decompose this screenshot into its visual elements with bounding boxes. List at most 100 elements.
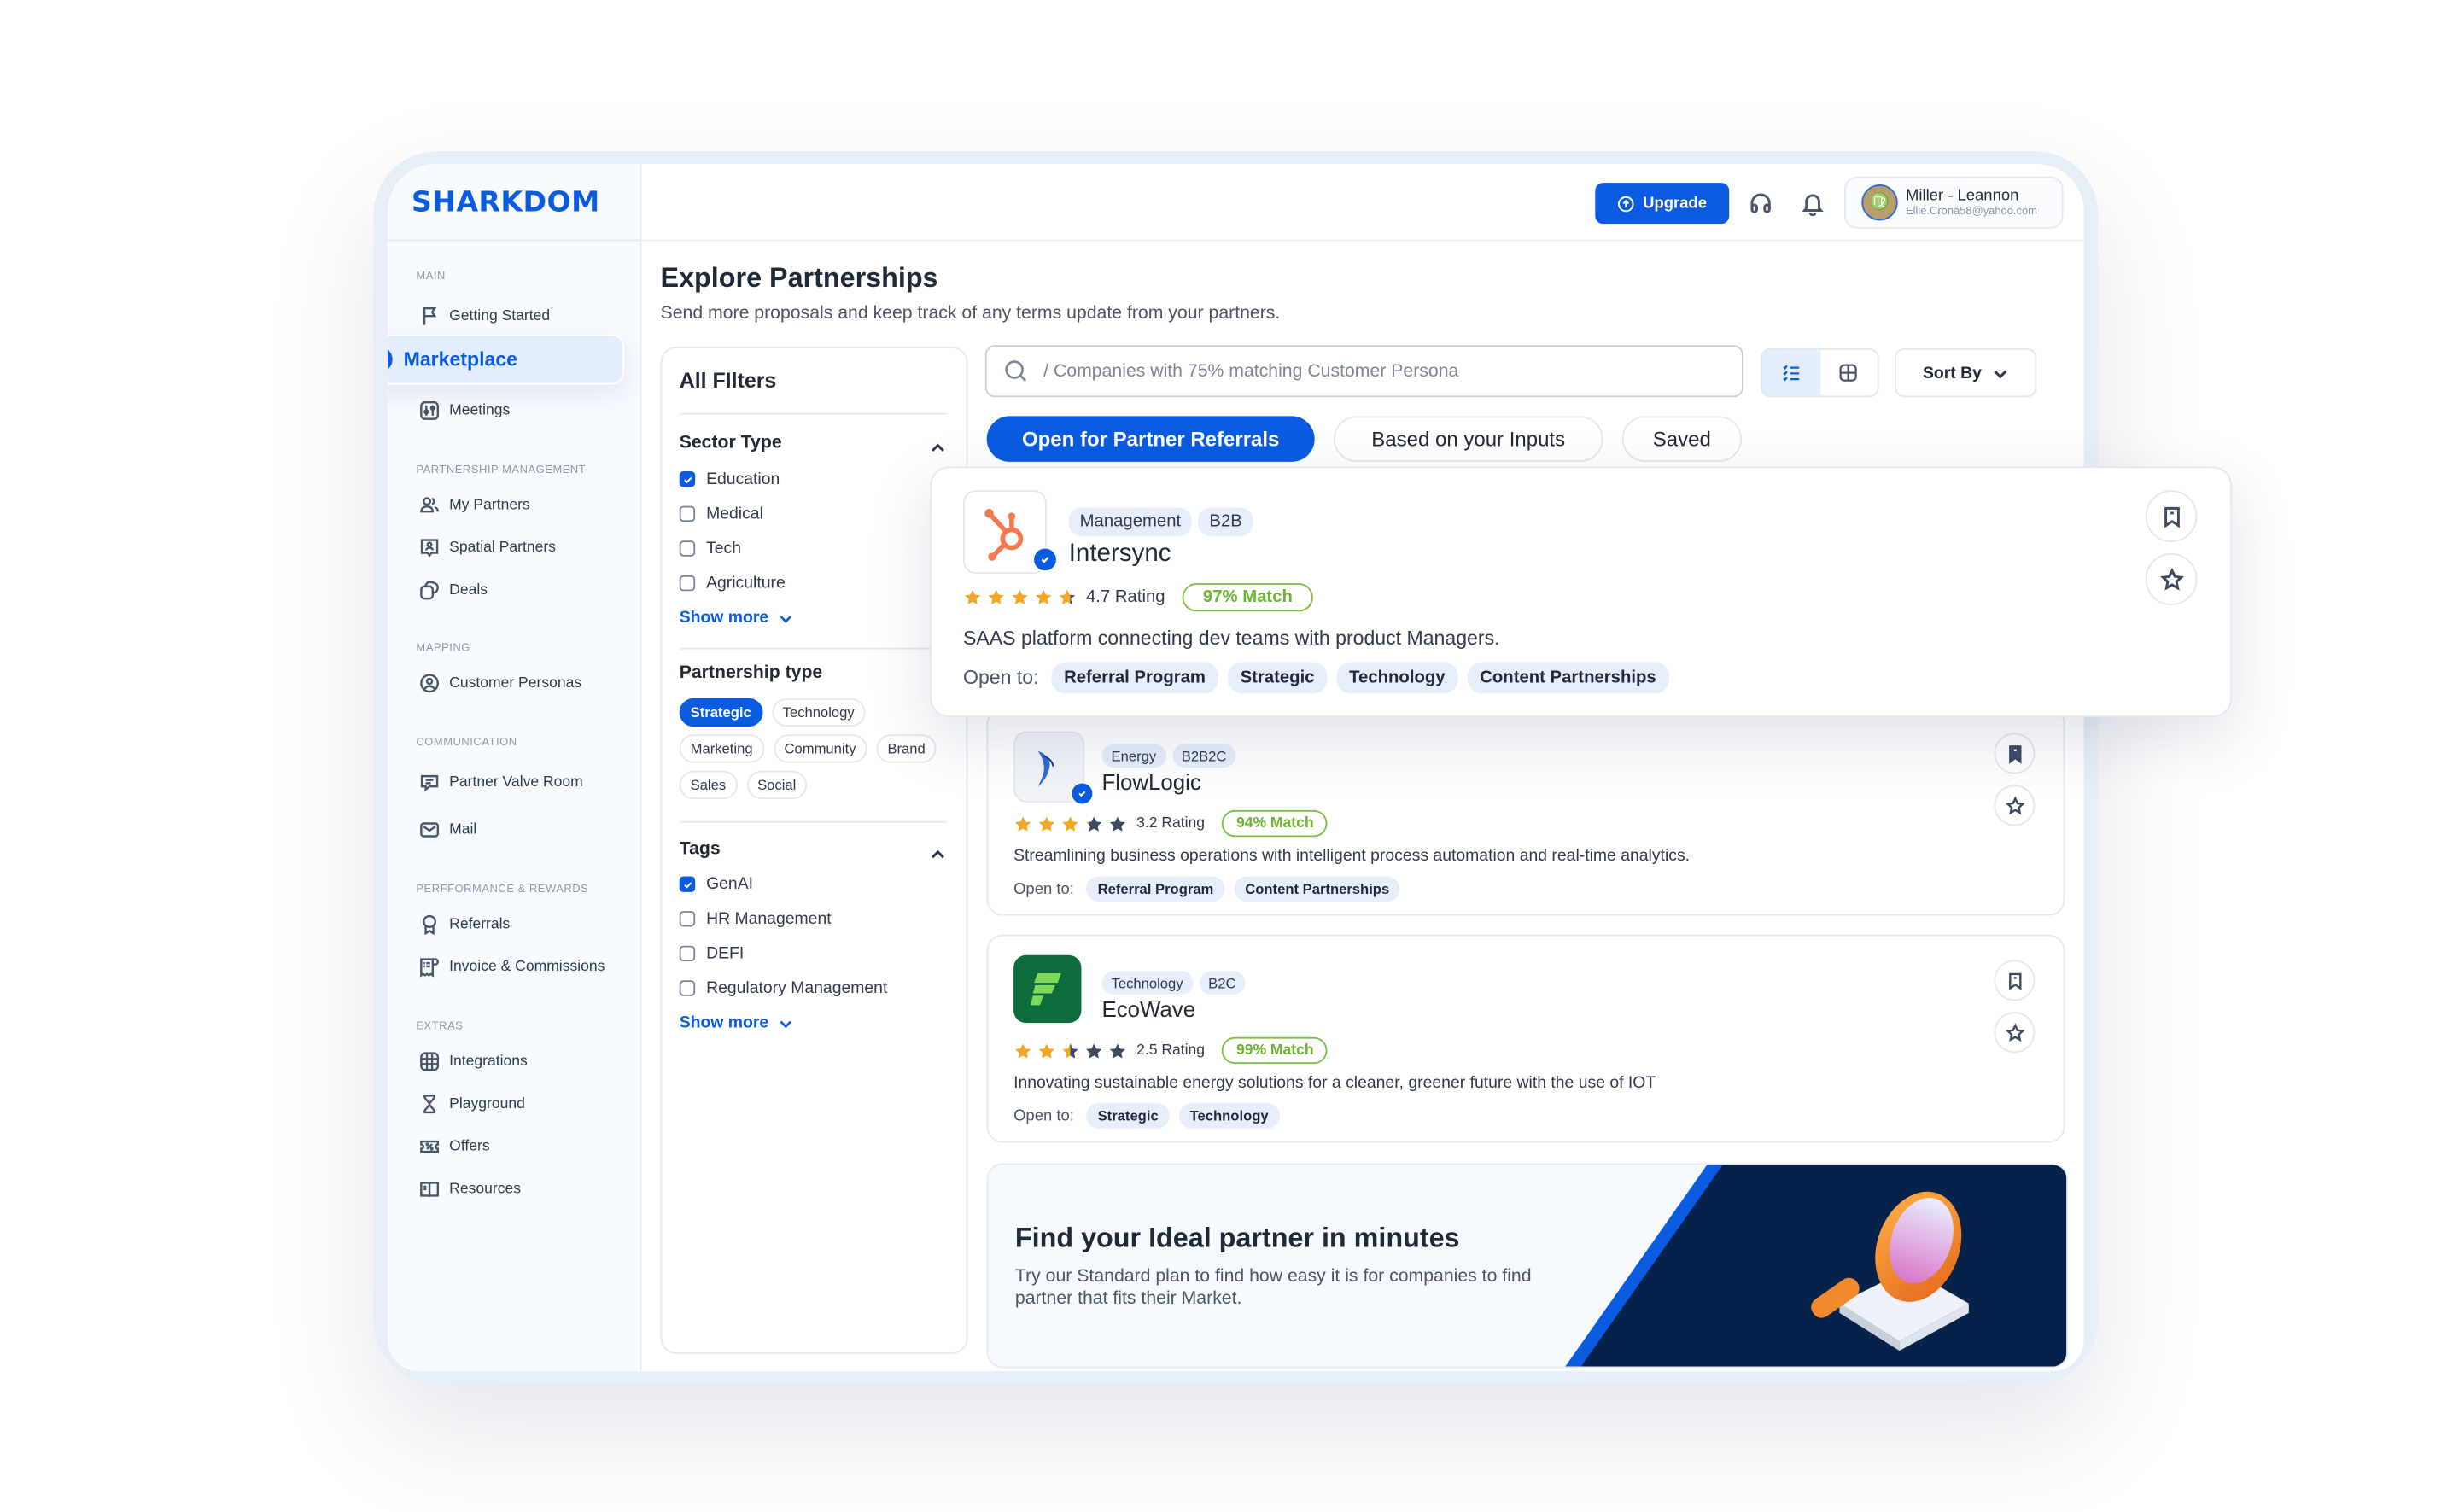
- star-half-icon: [1086, 815, 1102, 831]
- tag-option-hr-management[interactable]: HR Management: [679, 909, 832, 928]
- open-to-chip[interactable]: Strategic: [1227, 662, 1328, 694]
- company-name[interactable]: Intersync: [1069, 540, 1171, 569]
- tag-option-genai[interactable]: GenAI: [679, 875, 753, 894]
- chevron-up-icon[interactable]: [930, 842, 945, 859]
- checkbox[interactable]: [679, 505, 696, 522]
- sidebar-item-invoice-commissions[interactable]: Invoice & Commissions: [419, 957, 605, 978]
- chip-brand[interactable]: Brand: [876, 734, 937, 763]
- search-input[interactable]: [1040, 359, 1709, 382]
- category-tags: Management B2B: [1068, 507, 1253, 536]
- grid-view-button[interactable]: [1819, 350, 1877, 396]
- chip-strategic[interactable]: Strategic: [679, 698, 762, 727]
- sidebar-item-partner-valve-room[interactable]: Partner Valve Room: [419, 773, 583, 793]
- open-to-chip[interactable]: Technology: [1178, 1103, 1280, 1129]
- sidebar-item-marketplace[interactable]: Marketplace: [388, 334, 625, 385]
- verified-badge-icon: [1032, 546, 1058, 573]
- sector-show-more-link[interactable]: Show more: [680, 609, 792, 628]
- company-description: Streamlining business operations with in…: [1013, 846, 1691, 866]
- sidebar-item-resources[interactable]: Resources: [419, 1179, 521, 1200]
- favorite-button[interactable]: [1994, 785, 2036, 826]
- bookmark-button[interactable]: [1994, 960, 2036, 1001]
- promo-banner[interactable]: Find your Ideal partner in minutes Try o…: [986, 1163, 2069, 1369]
- option-label: Tech: [706, 539, 742, 558]
- open-to-chip[interactable]: Content Partnerships: [1467, 662, 1669, 694]
- star-filled-icon: [1038, 815, 1054, 831]
- green-f-logo: [1013, 954, 1082, 1024]
- checkbox[interactable]: [679, 540, 696, 557]
- sidebar: SHARKDOM MAIN Getting Started Marketplac…: [388, 163, 642, 1372]
- sector-option-tech[interactable]: Tech: [679, 539, 742, 558]
- chevron-down-icon: [1994, 369, 2007, 378]
- open-to-label: Open to:: [1013, 880, 1074, 898]
- chip-social[interactable]: Social: [746, 770, 808, 799]
- rating-row: 4.7 Rating 97% Match: [963, 583, 1313, 612]
- favorite-button[interactable]: [2145, 552, 2198, 605]
- checkbox-checked[interactable]: [679, 470, 696, 487]
- company-name[interactable]: FlowLogic: [1101, 769, 1200, 795]
- bookmark-filled-icon: [2008, 744, 2021, 763]
- checkbox[interactable]: [679, 575, 696, 592]
- award-icon: [423, 914, 437, 935]
- chip-community[interactable]: Community: [773, 734, 867, 763]
- star-empty-icon: [1109, 815, 1126, 831]
- sector-option-agriculture[interactable]: Agriculture: [679, 574, 786, 593]
- company-card-intersync[interactable]: Management B2B Intersync 4.7 Rating 97% …: [930, 466, 2233, 717]
- chip-technology[interactable]: Technology: [771, 698, 866, 727]
- tab-open-for-partner-referrals[interactable]: Open for Partner Referrals: [986, 416, 1315, 462]
- bookmark-button[interactable]: [1994, 733, 2036, 774]
- chevron-up-icon[interactable]: [930, 435, 945, 452]
- sidebar-item-integrations[interactable]: Integrations: [419, 1051, 528, 1071]
- sector-option-medical[interactable]: Medical: [679, 504, 763, 523]
- list-view-button[interactable]: [1761, 349, 1820, 396]
- search-box[interactable]: [984, 345, 1743, 398]
- tab-saved[interactable]: Saved: [1621, 416, 1742, 462]
- chat-icon: [420, 774, 439, 792]
- open-to-chip[interactable]: Referral Program: [1051, 662, 1218, 694]
- tab-based-on-your-inputs[interactable]: Based on your Inputs: [1333, 416, 1603, 462]
- sidebar-item-deals[interactable]: Deals: [419, 580, 488, 600]
- tag-option-regulatory-management[interactable]: Regulatory Management: [679, 978, 887, 998]
- open-to-chip[interactable]: Content Partnerships: [1234, 876, 1401, 902]
- category-tag: Management: [1068, 507, 1193, 536]
- sidebar-item-meetings[interactable]: Meetings: [419, 400, 510, 421]
- company-card-flowlogic[interactable]: Energy B2B2C FlowLogic 3.2 Rating 94% Ma…: [986, 707, 2065, 916]
- favorite-button[interactable]: [1994, 1012, 2036, 1054]
- grid-icon: [420, 1052, 440, 1071]
- sector-option-education[interactable]: Education: [679, 470, 780, 488]
- sidebar-item-playground[interactable]: Playground: [419, 1094, 525, 1114]
- sidebar-item-customer-personas[interactable]: Customer Personas: [419, 673, 581, 693]
- option-label: Medical: [706, 504, 763, 523]
- tag-option-defi[interactable]: DEFI: [679, 944, 744, 963]
- bell-icon[interactable]: [1800, 190, 1825, 217]
- open-to-label: Open to:: [962, 666, 1039, 689]
- open-to-chip[interactable]: Strategic: [1086, 1103, 1170, 1129]
- chip-sales[interactable]: Sales: [679, 770, 738, 799]
- sidebar-item-getting-started[interactable]: Getting Started: [419, 306, 550, 326]
- checkbox[interactable]: [679, 945, 696, 962]
- checkbox-checked[interactable]: [679, 876, 696, 892]
- company-name[interactable]: EcoWave: [1101, 996, 1195, 1022]
- headphones-icon[interactable]: [1748, 190, 1773, 216]
- open-to-chip[interactable]: Referral Program: [1086, 876, 1225, 902]
- brand-logo[interactable]: SHARKDOM: [412, 186, 600, 219]
- sidebar-item-spatial-partners[interactable]: Spatial Partners: [419, 538, 556, 558]
- chip-marketing[interactable]: Marketing: [679, 734, 764, 763]
- upgrade-button[interactable]: Upgrade: [1595, 183, 1730, 225]
- bookmark-button[interactable]: [2145, 490, 2198, 543]
- open-to-chip[interactable]: Technology: [1336, 662, 1458, 694]
- category-tags: Technology B2C: [1101, 971, 1246, 995]
- sidebar-item-my-partners[interactable]: My Partners: [419, 495, 530, 516]
- sidebar-item-offers[interactable]: Offers: [419, 1136, 490, 1157]
- sidebar-item-referrals[interactable]: Referrals: [419, 914, 510, 935]
- hourglass-icon: [423, 1095, 436, 1114]
- company-card-ecowave[interactable]: Technology B2C EcoWave 2.5 Rating 99% Ma…: [986, 934, 2065, 1143]
- checkbox[interactable]: [679, 911, 696, 927]
- sidebar-item-mail[interactable]: Mail: [419, 820, 476, 840]
- user-profile-button[interactable]: ♍ Miller - Leannon Ellie.Crona58@yahoo.c…: [1843, 176, 2064, 229]
- tags-show-more-link[interactable]: Show more: [680, 1013, 792, 1032]
- sort-by-button[interactable]: Sort By: [1895, 347, 2037, 398]
- sidebar-section-main: MAIN: [416, 271, 446, 283]
- arrow-up-circle-icon: [1618, 195, 1634, 212]
- checkbox[interactable]: [679, 980, 696, 996]
- users-icon: [420, 497, 440, 513]
